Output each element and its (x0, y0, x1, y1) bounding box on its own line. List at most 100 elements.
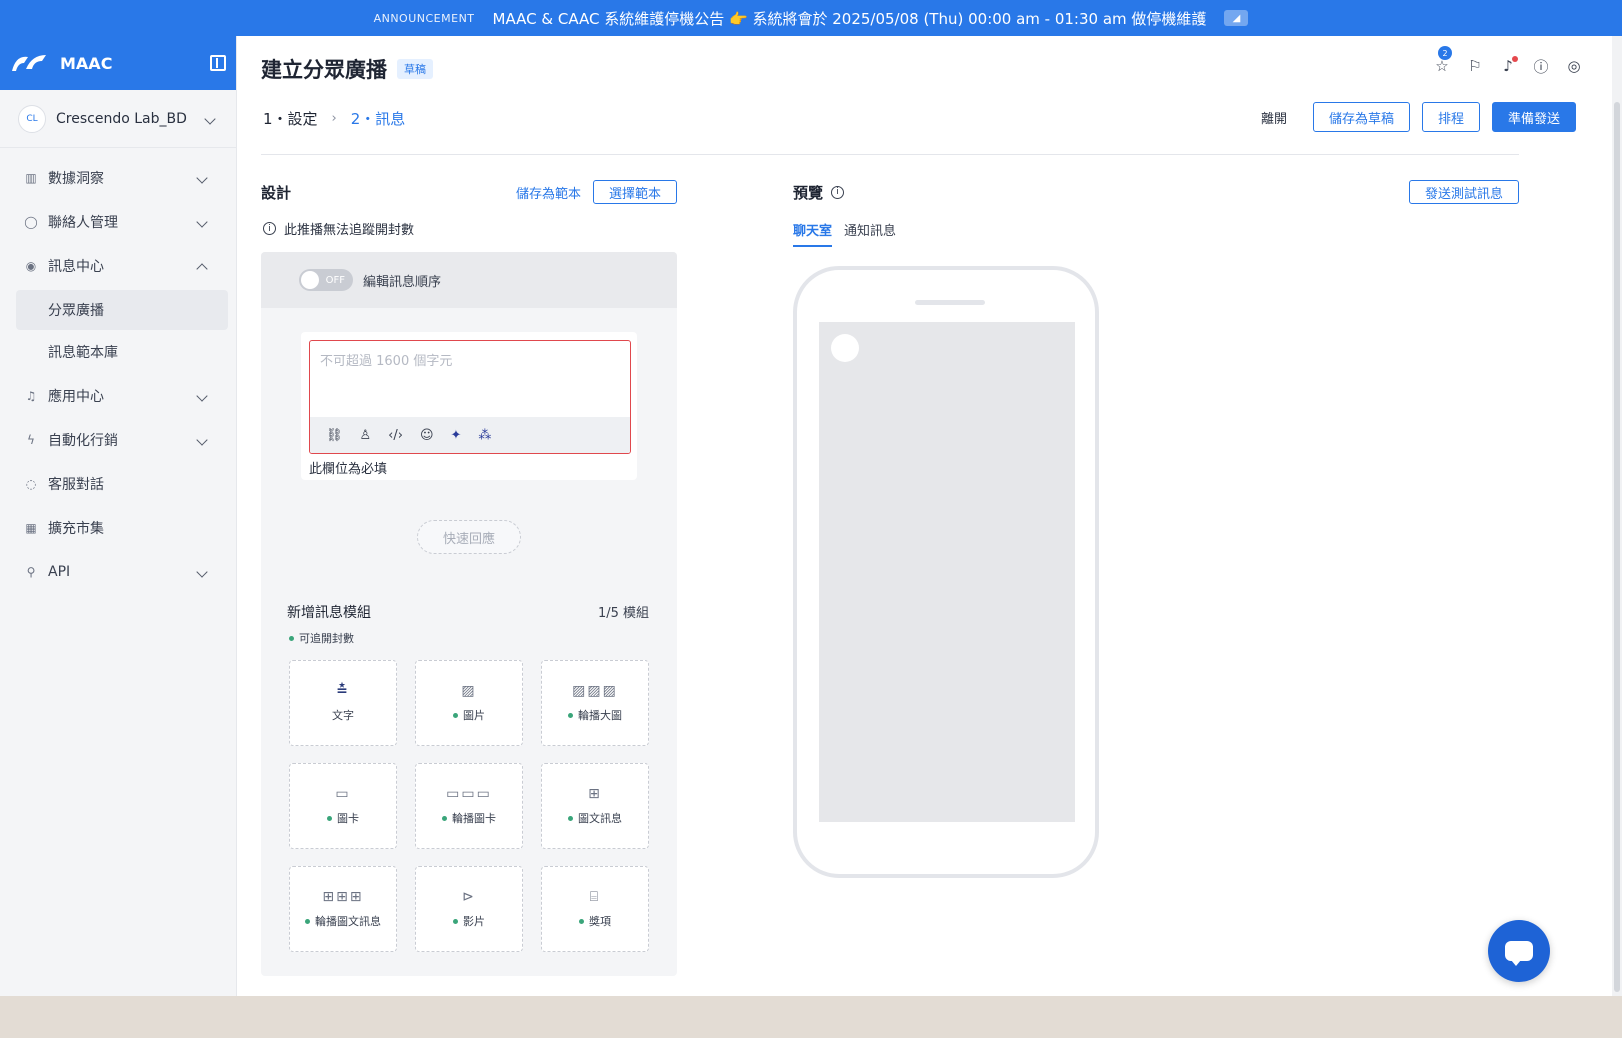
tab-notification[interactable]: 通知訊息 (844, 220, 896, 247)
sidebar-collapse-icon[interactable] (210, 55, 226, 71)
module-card[interactable]: ▭ 圖卡 (289, 763, 397, 849)
org-switcher[interactable]: CL Crescendo Lab_BD (0, 90, 236, 148)
sidebar-item-broadcast[interactable]: 分眾廣播 (16, 290, 228, 330)
sidebar-nav: ▥ 數據洞察 ◯ 聯絡人管理 ◉ 訊息中心 分眾廣播 訊息範本庫 ♫ 應用中心 … (0, 148, 236, 594)
link-icon[interactable]: ⛓ (326, 428, 343, 443)
ready-send-button[interactable]: 準備發送 (1491, 102, 1576, 132)
account-icon[interactable]: ◎ (1566, 57, 1582, 75)
module-label: 文字 (332, 709, 354, 722)
sidebar-item-api[interactable]: ⚲ API (0, 550, 236, 594)
sidebar-item-label: 數據洞察 (48, 171, 104, 187)
preview-title: 預覽 (793, 183, 824, 202)
footer-strip (0, 996, 1622, 1038)
chevron-down-icon (196, 434, 208, 446)
reorder-toggle[interactable]: OFF (299, 269, 353, 291)
page-title: 建立分眾廣播 (261, 58, 387, 82)
sidebar-item-automation[interactable]: ϟ 自動化行銷 (0, 418, 236, 462)
sidebar-item-message-center[interactable]: ◉ 訊息中心 (0, 244, 236, 288)
announcement-tag: ANNOUNCEMENT (373, 11, 475, 25)
phone-preview (793, 266, 1099, 878)
support-chat-button[interactable] (1488, 920, 1550, 982)
tracking-warning: i 此推播無法追蹤開封數 (263, 219, 414, 238)
module-label: 圖卡 (327, 810, 359, 826)
message-editor-panel: OFF 編輯訊息順序 不可超過 1600 個字元 ⛓ ♙ ‹/› ☺ ✦ ⁂ 此… (261, 252, 677, 976)
module-grid: ≛ 文字 ▨ 圖片 ▨▨▨ 輪播大圖 ▭ 圖卡 ▭▭▭ 輪播圖卡 ⊞ 圖文訊息 (289, 660, 649, 952)
toggle-state: OFF (325, 274, 345, 286)
top-toolbar: ☆ 2 ⚐ ♪ ⓘ ◎ (1434, 46, 1582, 76)
quick-reply-button[interactable]: 快速回應 (417, 520, 521, 554)
sidebar-item-label: 聯絡人管理 (48, 215, 118, 231)
bell-icon[interactable]: ♪ (1500, 56, 1518, 75)
module-video[interactable]: ⊳ 影片 (415, 866, 523, 952)
reorder-toggle-bar: OFF 編輯訊息順序 (261, 252, 677, 308)
module-image-carousel[interactable]: ▨▨▨ 輪播大圖 (541, 660, 649, 746)
sidebar-item-label: 訊息中心 (48, 259, 104, 275)
module-label: 圖文訊息 (568, 810, 622, 826)
tab-chatroom[interactable]: 聊天室 (793, 220, 833, 247)
module-label: 圖片 (453, 707, 485, 723)
text-icon: ≛ (336, 683, 350, 699)
sidebar: MAAC CL Crescendo Lab_BD ▥ 數據洞察 ◯ 聯絡人管理 … (0, 36, 237, 1038)
step-message[interactable]: 2・訊息 (351, 108, 406, 129)
module-label: 輪播大圖 (568, 707, 622, 723)
magic-wand-icon[interactable]: ⁂ (478, 428, 491, 443)
schedule-button[interactable]: 排程 (1421, 102, 1480, 132)
sidebar-item-insights[interactable]: ▥ 數據洞察 (0, 156, 236, 200)
chevron-down-icon (196, 566, 208, 578)
user-icon[interactable]: ♙ (360, 428, 372, 443)
scrollbar[interactable] (1612, 36, 1622, 996)
toggle-knob (301, 271, 319, 289)
sidebar-item-label: API (48, 564, 71, 580)
choose-template-button[interactable]: 選擇範本 (592, 180, 677, 204)
module-image[interactable]: ▨ 圖片 (415, 660, 523, 746)
brand-header: MAAC (0, 36, 236, 90)
sidebar-item-marketplace[interactable]: ▦ 擴充市集 (0, 506, 236, 550)
message-textarea[interactable]: 不可超過 1600 個字元 (310, 341, 630, 417)
help-icon[interactable]: ⓘ (1533, 58, 1549, 76)
sidebar-item-app-center[interactable]: ♫ 應用中心 (0, 374, 236, 418)
module-label: 影片 (453, 913, 485, 929)
info-icon[interactable]: i (831, 185, 845, 199)
leave-button[interactable]: 離開 (1247, 102, 1301, 132)
ai-sparkle-icon[interactable]: ✦ (451, 428, 462, 443)
trackable-note: 可追開封數 (289, 630, 354, 646)
module-card-carousel[interactable]: ▭▭▭ 輪播圖卡 (415, 763, 523, 849)
flag-icon[interactable]: ⚐ (1467, 57, 1483, 75)
modules-title: 新增訊息模組 (287, 605, 371, 621)
phone-screen (819, 322, 1075, 822)
gift-icon: ⌸ (589, 889, 601, 905)
org-name: Crescendo Lab_BD (56, 110, 187, 127)
module-label: 輪播圖文訊息 (305, 913, 381, 929)
textbox-toolbar: ⛓ ♙ ‹/› ☺ ✦ ⁂ (310, 417, 630, 453)
broadcast-icon: ◉ (25, 259, 37, 273)
save-template-link[interactable]: 儲存為範本 (516, 183, 581, 202)
announcement-message: MAAC & CAAC 系統維護停機公告 👉 系統將會於 2025/05/08 … (492, 9, 1207, 28)
divider (261, 154, 1519, 155)
module-text[interactable]: ≛ 文字 (289, 660, 397, 746)
sidebar-item-template-library[interactable]: 訊息範本庫 (16, 332, 228, 372)
step-settings[interactable]: 1・設定 (263, 108, 318, 129)
phone-speaker (915, 300, 985, 305)
module-prize[interactable]: ⌸ 獎項 (541, 866, 649, 952)
bolt-icon: ϟ (27, 433, 35, 447)
star-icon[interactable]: ☆ 2 (1434, 46, 1452, 75)
announcement-close-icon[interactable]: ◢ (1224, 10, 1249, 26)
breadcrumb-separator: › (331, 111, 337, 126)
emoji-icon[interactable]: ☺ (420, 428, 434, 443)
scrollbar-thumb[interactable] (1614, 102, 1620, 992)
send-test-button[interactable]: 發送測試訊息 (1408, 180, 1519, 204)
reorder-toggle-label: 編輯訊息順序 (363, 274, 442, 290)
sidebar-item-contacts[interactable]: ◯ 聯絡人管理 (0, 200, 236, 244)
save-draft-button[interactable]: 儲存為草稿 (1312, 102, 1410, 132)
status-badge: 草稿 (397, 59, 433, 79)
trackable-note-text: 可追開封數 (299, 632, 354, 645)
message-textbox[interactable]: 不可超過 1600 個字元 ⛓ ♙ ‹/› ☺ ✦ ⁂ (309, 340, 631, 454)
sidebar-item-label: 應用中心 (48, 389, 104, 405)
bell-icon: ♫ (25, 389, 37, 403)
code-icon[interactable]: ‹/› (388, 428, 403, 443)
preview-tabs: 聊天室 通知訊息 (793, 220, 896, 247)
module-imagemap[interactable]: ⊞ 圖文訊息 (541, 763, 649, 849)
sidebar-item-label: 自動化行銷 (48, 433, 118, 449)
sidebar-item-customer-chat[interactable]: ◌ 客服對話 (0, 462, 236, 506)
module-imagemap-carousel[interactable]: ⊞⊞⊞ 輪播圖文訊息 (289, 866, 397, 952)
